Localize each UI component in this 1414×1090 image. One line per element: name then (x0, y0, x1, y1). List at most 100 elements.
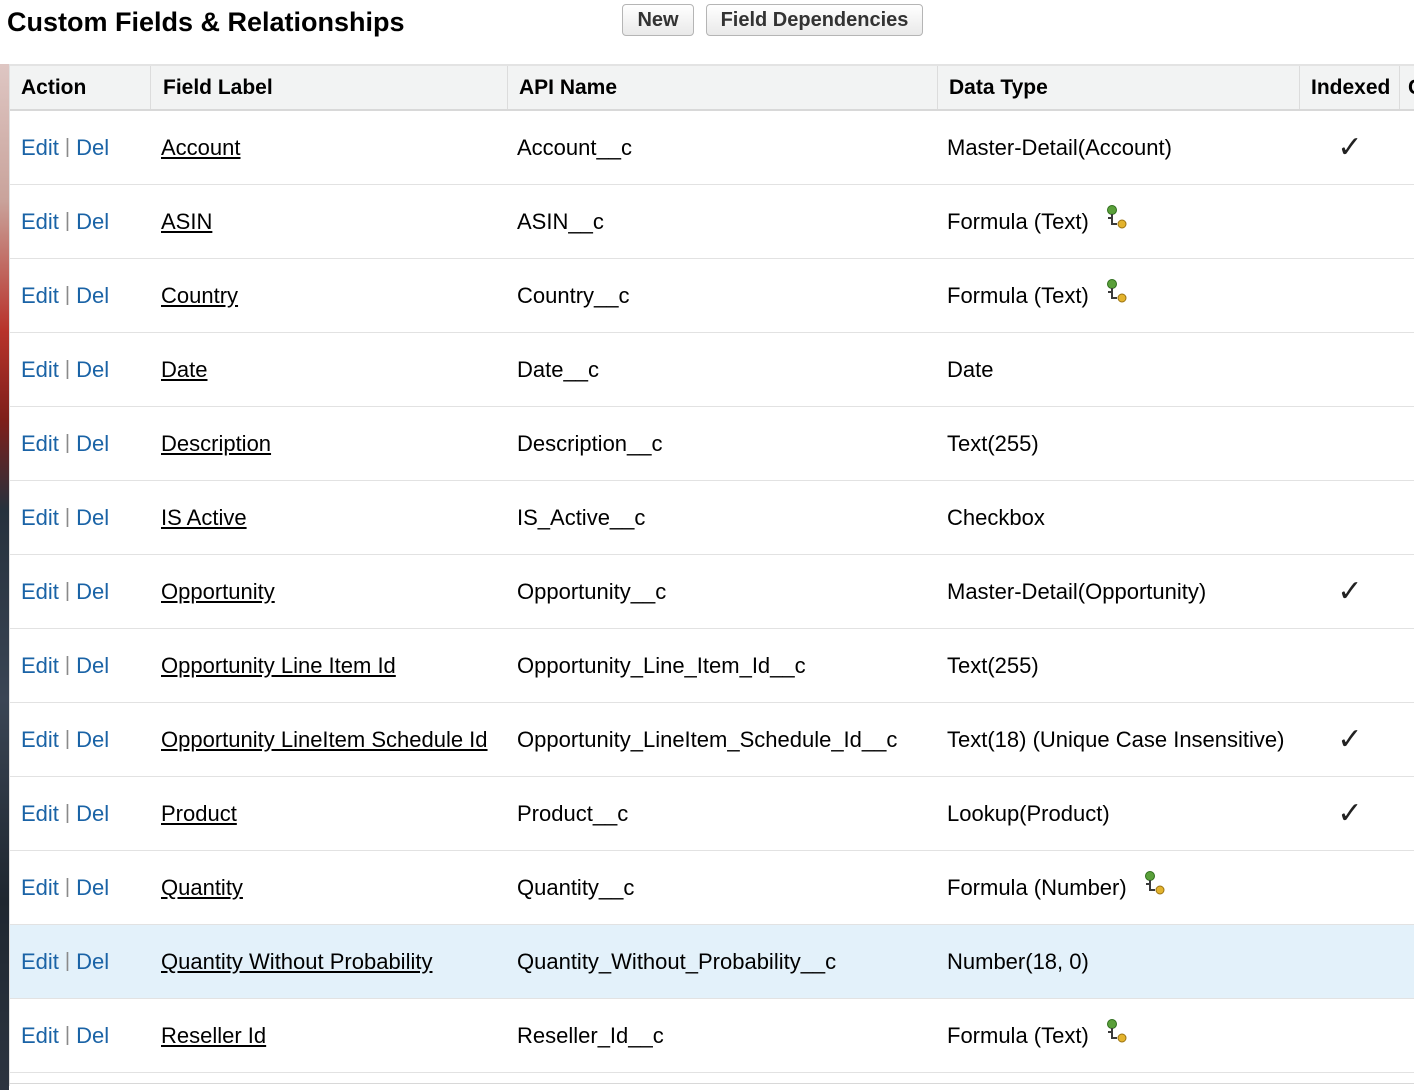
indexed-cell (1300, 333, 1400, 406)
api-name-cell: Country__c (517, 259, 942, 332)
data-type-cell: Text(255) (947, 407, 1302, 480)
column-header-field-label[interactable]: Field Label (151, 66, 508, 109)
delete-link[interactable]: Del (76, 283, 109, 309)
window-edge-strip (0, 0, 9, 1090)
field-label-cell: Opportunity (161, 555, 501, 628)
edit-link[interactable]: Edit (21, 135, 59, 161)
action-cell: Edit | Del (21, 555, 151, 628)
indexed-cell: ✓ (1300, 703, 1400, 776)
table-bottom-border (9, 1083, 1414, 1084)
api-name-text: Product__c (517, 800, 629, 826)
api-name-cell: Product__c (517, 777, 942, 850)
edit-link[interactable]: Edit (21, 431, 59, 457)
data-type-cell: Master-Detail(Account) (947, 111, 1302, 184)
column-header-api-name[interactable]: API Name (508, 66, 938, 109)
column-header-truncated[interactable]: C (1400, 66, 1414, 109)
new-button[interactable]: New (622, 4, 694, 36)
table-row: Edit | Del Date Date__c Date (10, 333, 1414, 407)
field-label-cell: Description (161, 407, 501, 480)
api-name-cell: ASIN__c (517, 185, 942, 258)
delete-link[interactable]: Del (76, 431, 109, 457)
edit-link[interactable]: Edit (21, 579, 59, 605)
custom-fields-table: Action Field Label API Name Data Type In… (9, 64, 1414, 1086)
column-header-action[interactable]: Action (10, 66, 151, 109)
data-type-cell: Lookup(Product) (947, 777, 1302, 850)
field-label-link[interactable]: Reseller Id (161, 1023, 266, 1049)
delete-link[interactable]: Del (76, 949, 109, 975)
column-header-indexed[interactable]: Indexed (1300, 66, 1400, 109)
field-label-link[interactable]: ASIN (161, 209, 212, 235)
edit-link[interactable]: Edit (21, 801, 59, 827)
edit-link[interactable]: Edit (21, 875, 59, 901)
data-type-cell: Checkbox (947, 481, 1302, 554)
edit-link[interactable]: Edit (21, 727, 59, 753)
field-label-link[interactable]: Quantity (161, 875, 243, 901)
field-label-cell: Quantity Without Probability (161, 925, 501, 998)
field-label-cell: Opportunity Line Item Id (161, 629, 501, 702)
table-row: Edit | Del Country Country__c Formula (T… (10, 259, 1414, 333)
api-name-cell: Opportunity_Line_Item_Id__c (517, 629, 942, 702)
action-cell: Edit | Del (21, 999, 151, 1072)
action-cell: Edit | Del (21, 851, 151, 924)
delete-link[interactable]: Del (76, 653, 109, 679)
indexed-cell (1300, 407, 1400, 480)
api-name-text: ASIN__c (517, 208, 604, 234)
data-type-text: Formula (Text) (947, 208, 1089, 234)
delete-link[interactable]: Del (76, 875, 109, 901)
data-type-cell: Formula (Text) (947, 185, 1302, 258)
action-separator: | (64, 432, 71, 454)
delete-link[interactable]: Del (76, 727, 109, 753)
field-label-link[interactable]: Description (161, 431, 271, 457)
field-label-link[interactable]: Account (161, 135, 241, 161)
section-header: Custom Fields & Relationships New Field … (0, 0, 1414, 64)
field-label-link[interactable]: Country (161, 283, 238, 309)
field-label-link[interactable]: Opportunity Line Item Id (161, 653, 396, 679)
action-separator: | (64, 728, 71, 750)
delete-link[interactable]: Del (76, 801, 109, 827)
field-label-link[interactable]: Product (161, 801, 237, 827)
field-label-link[interactable]: Opportunity LineItem Schedule Id (161, 727, 488, 753)
table-row: Edit | Del ASIN ASIN__c Formula (Text) (10, 185, 1414, 259)
data-type-text: Master-Detail(Account) (947, 134, 1172, 160)
edit-link[interactable]: Edit (21, 949, 59, 975)
indexed-cell: ✓ (1300, 555, 1400, 628)
table-row: Edit | Del Opportunity Opportunity__c Ma… (10, 555, 1414, 629)
field-label-link[interactable]: IS Active (161, 505, 247, 531)
delete-link[interactable]: Del (76, 1023, 109, 1049)
field-label-link[interactable]: Quantity Without Probability (161, 949, 432, 975)
table-body: Edit | Del Account Account__c Master-Det… (10, 111, 1414, 1073)
api-name-text: Quantity__c (517, 874, 635, 900)
edit-link[interactable]: Edit (21, 283, 59, 309)
delete-link[interactable]: Del (76, 579, 109, 605)
edit-link[interactable]: Edit (21, 1023, 59, 1049)
delete-link[interactable]: Del (76, 135, 109, 161)
table-header: Action Field Label API Name Data Type In… (10, 66, 1414, 111)
delete-link[interactable]: Del (76, 505, 109, 531)
table-row: Edit | Del Quantity Quantity__c Formula … (10, 851, 1414, 925)
indexed-cell (1300, 629, 1400, 702)
field-label-cell: IS Active (161, 481, 501, 554)
action-separator: | (64, 506, 71, 528)
data-type-cell: Formula (Number) (947, 851, 1302, 924)
field-label-link[interactable]: Date (161, 357, 207, 383)
field-dependencies-button[interactable]: Field Dependencies (706, 4, 923, 36)
table-row: Edit | Del Description Description__c Te… (10, 407, 1414, 481)
column-header-data-type[interactable]: Data Type (938, 66, 1300, 109)
field-label-cell: Reseller Id (161, 999, 501, 1072)
table-row: Edit | Del Opportunity LineItem Schedule… (10, 703, 1414, 777)
field-label-link[interactable]: Opportunity (161, 579, 275, 605)
edit-link[interactable]: Edit (21, 653, 59, 679)
action-cell: Edit | Del (21, 481, 151, 554)
api-name-cell: IS_Active__c (517, 481, 942, 554)
action-cell: Edit | Del (21, 925, 151, 998)
edit-link[interactable]: Edit (21, 505, 59, 531)
action-cell: Edit | Del (21, 703, 151, 776)
indexed-cell (1300, 999, 1400, 1072)
delete-link[interactable]: Del (76, 357, 109, 383)
edit-link[interactable]: Edit (21, 357, 59, 383)
delete-link[interactable]: Del (76, 209, 109, 235)
edit-link[interactable]: Edit (21, 209, 59, 235)
api-name-cell: Opportunity_LineItem_Schedule_Id__c (517, 703, 942, 776)
data-type-cell: Date (947, 333, 1302, 406)
field-label-cell: Country (161, 259, 501, 332)
